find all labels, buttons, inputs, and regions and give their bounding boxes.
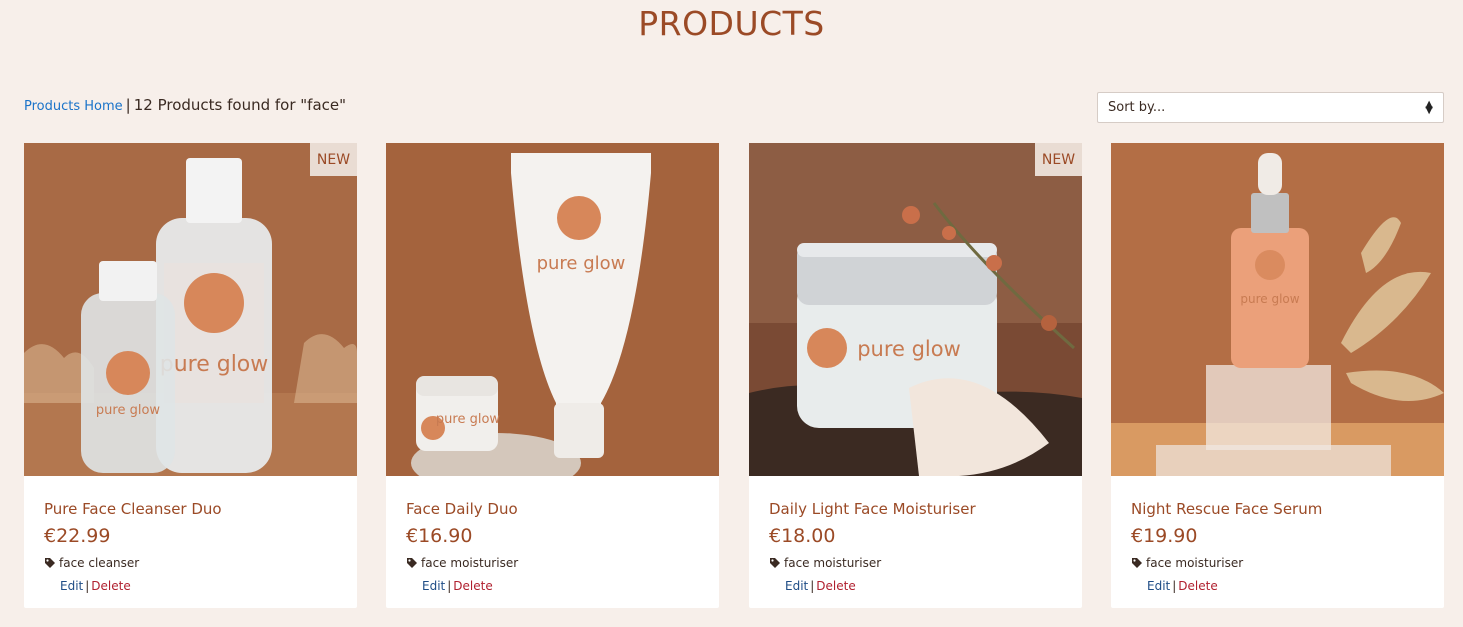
edit-link[interactable]: Edit (785, 579, 808, 593)
action-separator: | (447, 579, 452, 593)
product-name[interactable]: Pure Face Cleanser Duo (44, 500, 337, 518)
products-home-link[interactable]: Products Home (24, 99, 123, 114)
brand-label: pure glow (537, 253, 626, 274)
tag-icon (407, 558, 417, 568)
tag-label: face cleanser (59, 556, 140, 570)
new-badge: NEW (310, 143, 357, 176)
brand-label: pure glow (436, 412, 500, 427)
tag-icon (45, 558, 55, 568)
admin-actions: Edit | Delete (422, 579, 699, 593)
edit-link[interactable]: Edit (1147, 579, 1170, 593)
product-price: €16.90 (406, 525, 473, 547)
product-image[interactable]: pure glow (1111, 143, 1444, 476)
product-tag[interactable]: face cleanser (44, 556, 337, 570)
product-name[interactable]: Night Rescue Face Serum (1131, 500, 1424, 518)
product-card[interactable]: pure glow NEW Daily Light Face Moisturis… (749, 143, 1082, 608)
product-name[interactable]: Daily Light Face Moisturiser (769, 500, 1062, 518)
delete-link[interactable]: Delete (816, 579, 855, 593)
action-separator: | (85, 579, 90, 593)
product-tag[interactable]: face moisturiser (1131, 556, 1424, 570)
admin-actions: Edit | Delete (1147, 579, 1424, 593)
tag-label: face moisturiser (421, 556, 519, 570)
brand-label: pure glow (857, 337, 961, 361)
product-image[interactable]: pure glow NEW (749, 143, 1082, 476)
new-badge: NEW (1035, 143, 1082, 176)
result-count: 12 Products found for "face" (133, 96, 347, 114)
edit-link[interactable]: Edit (422, 579, 445, 593)
product-card[interactable]: pure glow Night Rescue Face Serum €19.90… (1111, 143, 1444, 608)
admin-actions: Edit | Delete (785, 579, 1062, 593)
action-separator: | (1172, 579, 1177, 593)
sort-arrows-icon: ▲ ▼ (1425, 98, 1433, 116)
product-tag[interactable]: face moisturiser (769, 556, 1062, 570)
action-separator: | (810, 579, 815, 593)
admin-actions: Edit | Delete (60, 579, 337, 593)
tag-icon (770, 558, 780, 568)
product-price: €18.00 (769, 525, 836, 547)
product-price: €22.99 (44, 525, 111, 547)
product-tag[interactable]: face moisturiser (406, 556, 699, 570)
page-title: PRODUCTS (638, 4, 825, 43)
brand-label: pure glow (160, 352, 269, 377)
edit-link[interactable]: Edit (60, 579, 83, 593)
sort-selected-value: Sort by... (1108, 100, 1166, 115)
breadcrumb: Products Home | 12 Products found for "f… (24, 96, 346, 114)
product-card[interactable]: pure glow pure glow Face Daily Duo €16.9… (386, 143, 719, 608)
delete-link[interactable]: Delete (453, 579, 492, 593)
product-price: €19.90 (1131, 525, 1198, 547)
tag-label: face moisturiser (784, 556, 882, 570)
sort-select[interactable]: Sort by... ▲ ▼ (1097, 92, 1444, 123)
delete-link[interactable]: Delete (91, 579, 130, 593)
product-name[interactable]: Face Daily Duo (406, 500, 699, 518)
brand-label: pure glow (96, 403, 160, 418)
tag-icon (1132, 558, 1142, 568)
breadcrumb-separator: | (125, 96, 131, 114)
product-image[interactable]: pure glow pure glow (386, 143, 719, 476)
tag-label: face moisturiser (1146, 556, 1244, 570)
delete-link[interactable]: Delete (1178, 579, 1217, 593)
brand-label: pure glow (1240, 292, 1299, 306)
product-image[interactable]: pure glow pure glow NEW (24, 143, 357, 476)
product-card[interactable]: pure glow pure glow NEW Pure Face Cleans… (24, 143, 357, 608)
